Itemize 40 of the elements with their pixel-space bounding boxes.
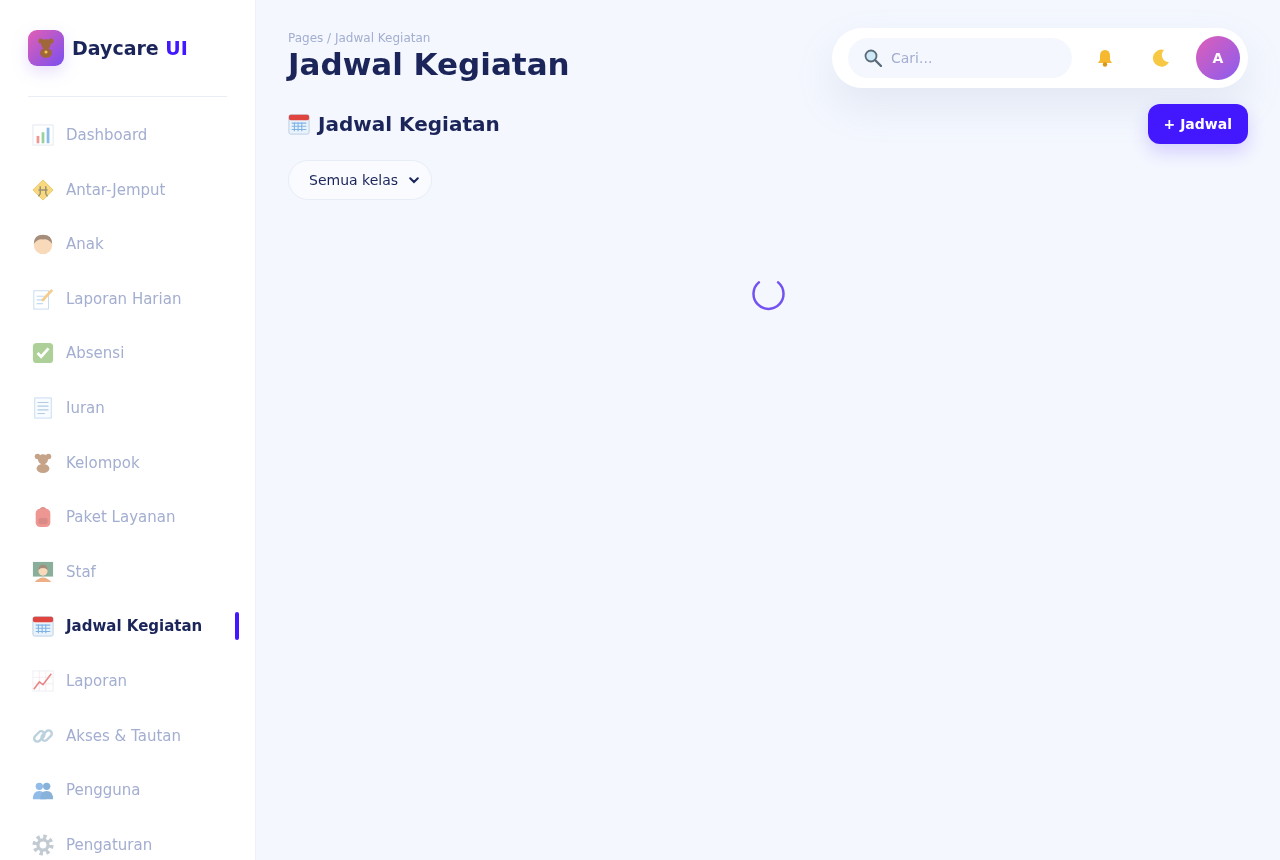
teddy-bear-icon [32,451,54,474]
add-schedule-button[interactable]: + Jadwal [1147,104,1248,144]
search-field[interactable]: Cari... [848,38,1072,78]
bar-chart-icon [32,124,54,146]
bell-icon[interactable] [1096,49,1114,67]
checkmark-icon [32,342,54,365]
sidebar-item[interactable]: Iuran [28,393,239,422]
moon-icon[interactable] [1152,49,1170,67]
gear-icon [32,833,54,856]
line-chart-icon [32,669,54,692]
warning-sign-icon [32,178,54,201]
sidebar-item[interactable]: Pengguna [28,776,239,805]
class-dropdown[interactable]: Semua kelas [288,160,432,200]
breadcrumb: Pages / Jadwal Kegiatan [288,31,432,45]
sidebar-item[interactable]: Staf [28,557,239,586]
teddy-bear-logo-icon [28,30,64,66]
sidebar-item[interactable]: Laporan [28,666,239,695]
section-title: Jadwal Kegiatan [318,112,500,136]
receipt-icon [32,396,54,419]
brand-name: Daycare UI [72,37,188,59]
memo-icon [32,287,54,310]
sidebar-item[interactable]: Absensi [28,339,239,368]
page-title: Jadwal Kegiatan [288,45,570,83]
sidebar-item[interactable]: Laporan Harian [28,284,239,313]
sidebar-item[interactable]: Paket Layanan [28,503,239,532]
sidebar-item[interactable]: Anak [28,230,239,259]
sidebar-item[interactable]: Dashboard [28,121,239,149]
sidebar-item[interactable]: Antar-Jemput [28,175,239,204]
calendar-icon [288,113,310,135]
sidebar-item[interactable]: Jadwal Kegiatan [28,612,239,641]
active-indicator [235,612,239,641]
sidebar-item[interactable]: Akses & Tautan [28,721,239,750]
sidebar-item[interactable]: Pengaturan [28,830,239,859]
teacher-icon [32,560,54,583]
sidebar-item[interactable]: Kelompok [28,448,239,477]
calendar-icon [32,615,54,638]
child-icon [32,233,54,256]
avatar-button[interactable]: A [1196,36,1240,80]
search-icon [864,49,882,67]
chevron-down-icon [409,176,419,184]
